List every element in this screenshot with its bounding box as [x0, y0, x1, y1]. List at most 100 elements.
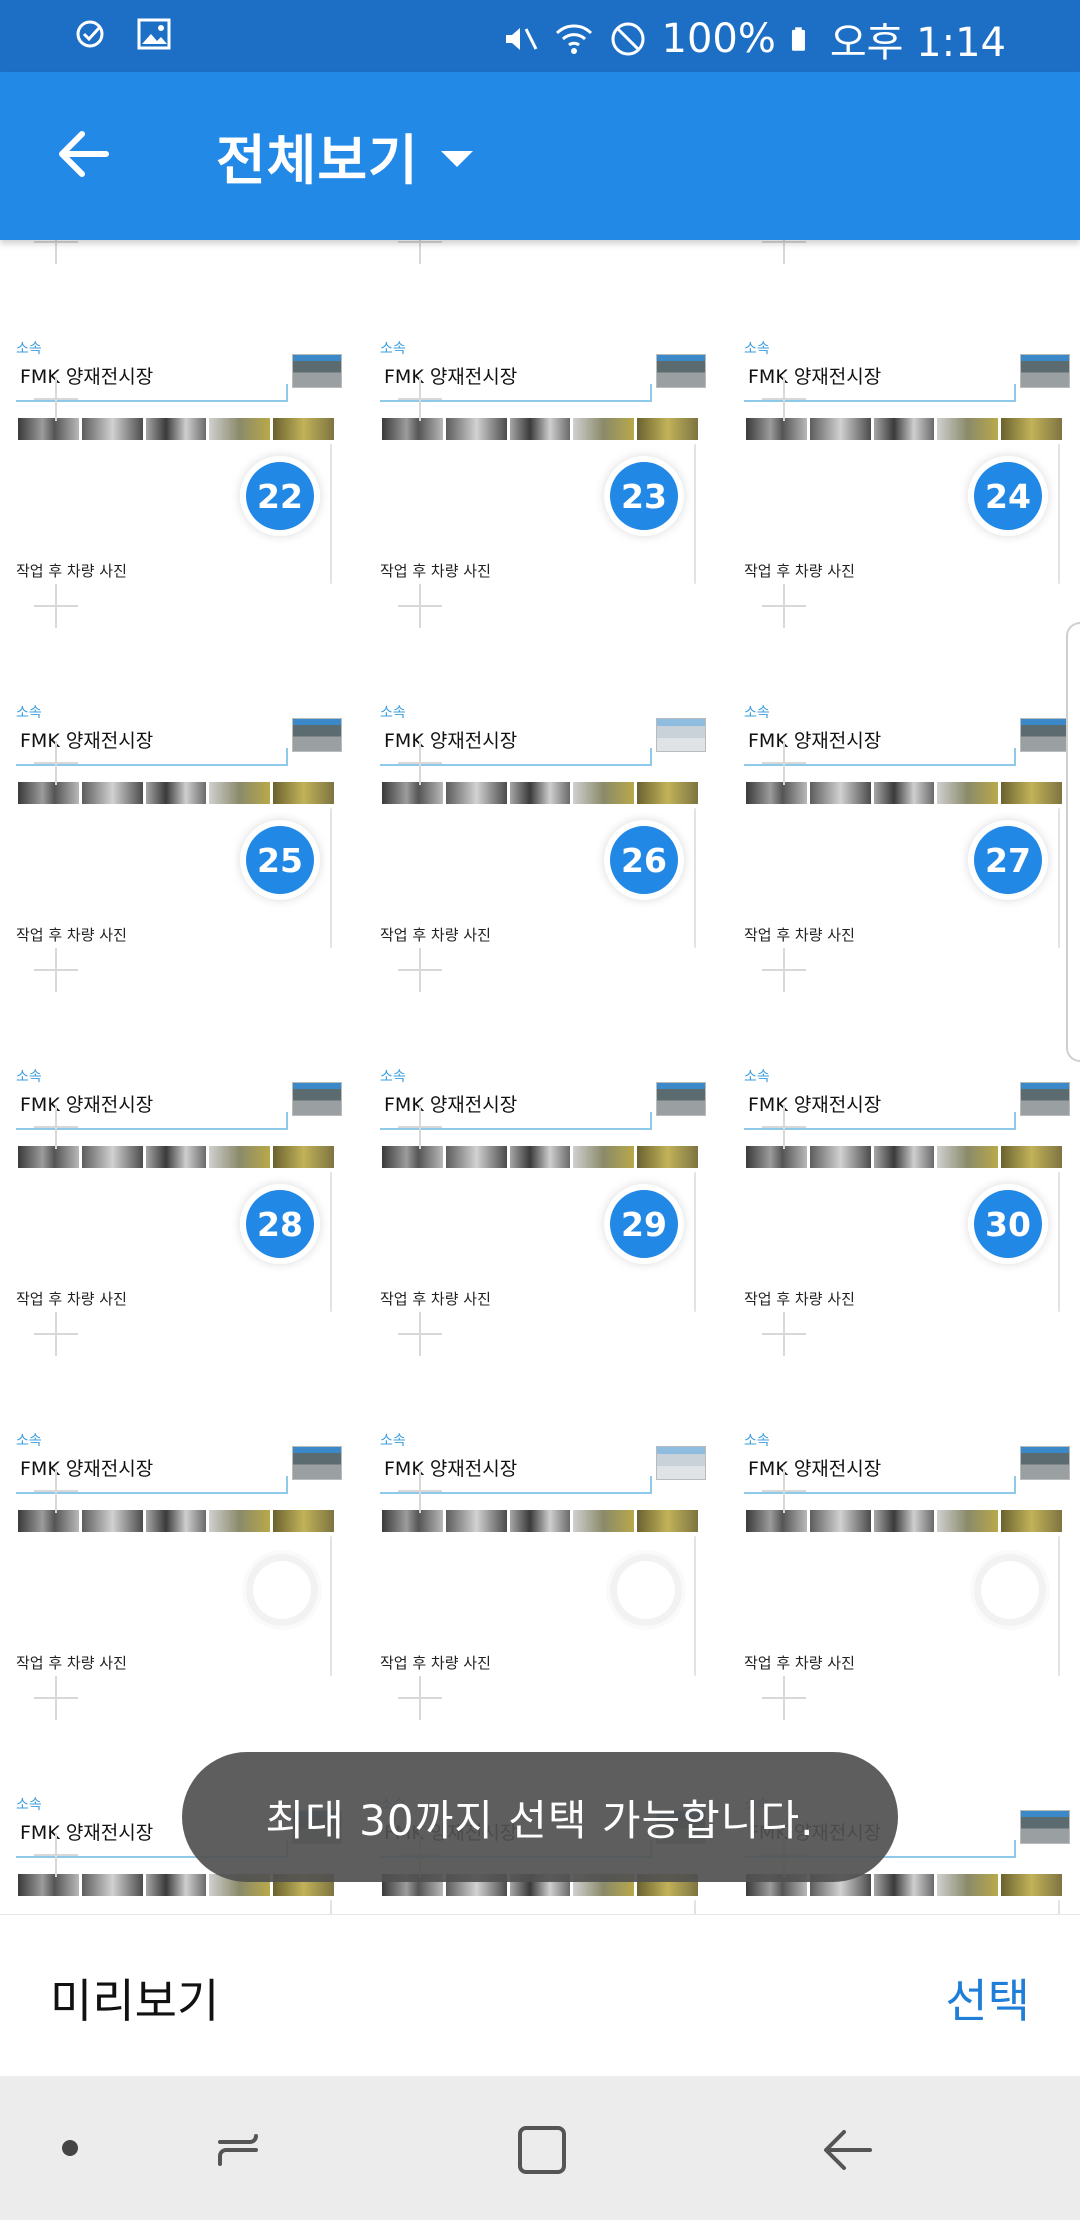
mini-thumbnail [656, 1082, 706, 1116]
selection-number-badge[interactable]: 27 [974, 826, 1042, 894]
plus-icon [762, 1312, 806, 1356]
plus-icon [34, 1105, 78, 1149]
selection-number-badge[interactable]: 25 [246, 826, 314, 894]
sosok-label: 소속 [16, 705, 42, 721]
grid-image-cell[interactable]: 소속 FMK 양재전시장 작업 후 차량 사진 27 [728, 584, 1078, 971]
caret-down-icon [440, 150, 473, 167]
preview-button[interactable]: 미리보기 [50, 1965, 219, 2031]
do-not-disturb-icon [611, 22, 644, 56]
divider [286, 1476, 288, 1494]
mini-thumbnail [656, 354, 706, 388]
plus-icon [34, 240, 78, 264]
divider [1058, 1172, 1060, 1312]
plus-icon [762, 948, 806, 992]
scroll-handle[interactable] [1066, 622, 1080, 1062]
grid-image-cell[interactable]: 소속 FMK 양재전시장 작업 후 차량 사진 29 [364, 948, 714, 1335]
plus-icon [398, 1676, 442, 1720]
divider [330, 1900, 332, 1914]
photo-strip [18, 418, 334, 440]
plus-icon [762, 1469, 806, 1513]
plus-icon [398, 377, 442, 421]
selection-number-badge[interactable]: 22 [246, 462, 314, 530]
sosok-label: 소속 [16, 1069, 42, 1085]
selection-number-badge[interactable]: 26 [610, 826, 678, 894]
work-label: 작업 후 차량 사진 [744, 926, 855, 944]
work-label: 작업 후 차량 사진 [16, 926, 127, 944]
status-bar: 100% 오후 1:14 [0, 0, 1080, 72]
work-label: 작업 후 차량 사진 [380, 1290, 491, 1308]
plus-icon [398, 1469, 442, 1513]
grid-image-cell[interactable]: 소속 FMK 양재전시장 작업 후 차량 사진 25 [0, 584, 350, 971]
plus-icon [762, 1105, 806, 1149]
plus-icon [398, 741, 442, 785]
mini-thumbnail [1020, 1446, 1070, 1480]
sosok-label: 소속 [380, 1433, 406, 1449]
plus-icon [34, 377, 78, 421]
work-label: 작업 후 차량 사진 [744, 1290, 855, 1308]
home-icon[interactable] [512, 2120, 572, 2180]
mini-thumbnail [1020, 354, 1070, 388]
divider [1014, 1840, 1016, 1858]
selection-number-badge[interactable]: 28 [246, 1190, 314, 1258]
back-nav-icon[interactable] [818, 2120, 878, 2180]
selection-circle[interactable] [246, 1554, 318, 1626]
grid-image-cell[interactable]: 소속 FMK 양재전시장 작업 후 차량 사진 23 [364, 240, 714, 607]
plus-icon [398, 240, 442, 264]
work-label: 작업 후 차량 사진 [380, 926, 491, 944]
sosok-label: 소속 [744, 1069, 770, 1085]
grid-image-cell[interactable]: 소속FMK 양재전시장작업 후 차량 사진 [728, 1312, 1078, 1699]
selection-number-badge[interactable]: 24 [974, 462, 1042, 530]
status-right: 100% 오후 1:14 [500, 10, 1006, 68]
selection-circle[interactable] [610, 1554, 682, 1626]
grid-image-cell[interactable]: 소속FMK 양재전시장작업 후 차량 사진 [0, 1312, 350, 1699]
sosok-label: 소속 [380, 341, 406, 357]
grid-image-cell[interactable]: 소속FMK 양재전시장작업 후 차량 사진 [364, 1312, 714, 1699]
grid-image-cell[interactable]: 소속 FMK 양재전시장 작업 후 차량 사진 28 [0, 948, 350, 1335]
selection-number-badge[interactable]: 29 [610, 1190, 678, 1258]
plus-icon [398, 1312, 442, 1356]
plus-icon [34, 1312, 78, 1356]
work-label: 작업 후 차량 사진 [380, 1654, 491, 1672]
divider [650, 1112, 652, 1130]
divider [694, 1900, 696, 1914]
plus-icon [34, 1469, 78, 1513]
grid-image-cell[interactable]: 소속 FMK 양재전시장 작업 후 차량 사진 30 [728, 948, 1078, 1335]
mini-thumbnail [1020, 1810, 1070, 1844]
photo-strip [382, 782, 698, 804]
select-button[interactable]: 선택 [945, 1965, 1030, 2031]
divider [694, 444, 696, 584]
recent-apps-icon[interactable] [212, 2120, 272, 2180]
plus-icon [398, 584, 442, 628]
sosok-label: 소속 [744, 341, 770, 357]
arrow-left-icon[interactable] [52, 122, 116, 186]
selection-number-badge[interactable]: 30 [974, 1190, 1042, 1258]
battery-percent: 100% [661, 16, 776, 62]
plus-icon [34, 741, 78, 785]
work-label: 작업 후 차량 사진 [744, 1654, 855, 1672]
sosok-label: 소속 [16, 1433, 42, 1449]
photo-strip [18, 782, 334, 804]
mini-thumbnail [292, 1082, 342, 1116]
dot-icon[interactable] [62, 2140, 78, 2156]
plus-icon [398, 1105, 442, 1149]
album-selector[interactable]: 전체보기 [216, 116, 473, 195]
sosok-label: 소속 [744, 705, 770, 721]
system-nav-bar [0, 2076, 1080, 2220]
grid-image-cell[interactable]: 소속 FMK 양재전시장 작업 후 차량 사진 24 [728, 240, 1078, 607]
photo-strip [382, 1146, 698, 1168]
grid-image-cell[interactable]: 소속 FMK 양재전시장 작업 후 차량 사진 22 [0, 240, 350, 607]
mini-thumbnail [292, 354, 342, 388]
sosok-label: 소속 [16, 341, 42, 357]
check-circle-icon [76, 20, 104, 48]
selection-circle[interactable] [974, 1554, 1046, 1626]
mini-thumbnail [292, 718, 342, 752]
grid-image-cell[interactable]: 소속 FMK 양재전시장 작업 후 차량 사진 26 [364, 584, 714, 971]
photo-strip [18, 1510, 334, 1532]
app-bar: 전체보기 [0, 72, 1080, 240]
selection-number-badge[interactable]: 23 [610, 462, 678, 530]
divider [330, 1536, 332, 1676]
mini-thumbnail [1020, 1082, 1070, 1116]
work-label: 작업 후 차량 사진 [16, 1290, 127, 1308]
work-label: 작업 후 차량 사진 [16, 1654, 127, 1672]
divider [1014, 1476, 1016, 1494]
